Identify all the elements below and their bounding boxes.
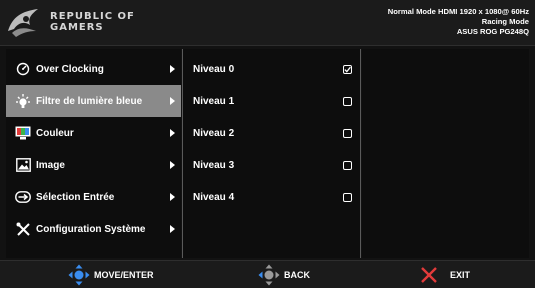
chevron-right-icon — [170, 129, 175, 137]
chevron-right-icon — [170, 161, 175, 169]
chevron-right-icon — [170, 97, 175, 105]
brand-line-2: GAMERS — [50, 22, 104, 33]
image-icon — [15, 157, 31, 173]
status-model-line: ASUS ROG PG248Q — [456, 27, 529, 36]
menu-label: Image — [36, 159, 65, 171]
back-label: BACK — [284, 270, 310, 280]
submenu-item-level-1[interactable]: Niveau 1 — [183, 85, 362, 117]
checked-checkbox-icon[interactable] — [343, 64, 352, 74]
exit-hint[interactable]: EXIT — [420, 261, 470, 289]
light-bulb-icon — [15, 93, 31, 109]
menu-item-color[interactable]: Couleur — [6, 117, 181, 149]
submenu: Niveau 0 Niveau 1 Niveau 2 Niveau 3 Nive… — [182, 49, 361, 258]
input-select-icon — [15, 189, 31, 205]
unchecked-checkbox-icon[interactable] — [343, 128, 352, 138]
status-mode-line: Normal Mode HDMI 1920 x 1080@ 60Hz — [387, 7, 529, 16]
osd-window: REPUBLIC OF GAMERS Normal Mode HDMI 1920… — [0, 0, 535, 288]
joystick-back-icon — [258, 264, 280, 286]
joystick-move-icon — [68, 264, 90, 286]
submenu-label: Niveau 1 — [193, 95, 235, 107]
submenu-label: Niveau 4 — [193, 191, 235, 203]
chevron-right-icon — [170, 193, 175, 201]
menu-item-over-clocking[interactable]: Over Clocking — [6, 53, 181, 85]
menu-label: Couleur — [36, 127, 74, 139]
color-monitor-icon — [15, 125, 31, 141]
brand-text: REPUBLIC OF GAMERS — [50, 11, 135, 33]
close-icon — [421, 267, 437, 283]
unchecked-checkbox-icon[interactable] — [343, 160, 352, 170]
menu-label: Configuration Système — [36, 223, 146, 235]
menu-item-input-select[interactable]: Sélection Entrée — [6, 181, 181, 213]
status-preset-line: Racing Mode — [481, 17, 529, 26]
submenu-label: Niveau 3 — [193, 159, 235, 171]
menu-label: Sélection Entrée — [36, 191, 115, 203]
submenu-label: Niveau 2 — [193, 127, 235, 139]
back-hint[interactable]: BACK — [258, 261, 310, 289]
menu-item-system-setup[interactable]: Configuration Système — [6, 213, 181, 245]
submenu-item-level-0[interactable]: Niveau 0 — [183, 53, 362, 85]
submenu-item-level-3[interactable]: Niveau 3 — [183, 149, 362, 181]
menu-label: Over Clocking — [36, 63, 104, 75]
tools-icon — [15, 221, 31, 237]
menu-item-blue-light-filter[interactable]: Filtre de lumière bleue — [6, 85, 181, 117]
brand-line-1: REPUBLIC OF — [50, 11, 135, 22]
detail-panel — [362, 49, 529, 258]
footer-bar: MOVE/ENTER BACK EXIT — [0, 260, 535, 288]
chevron-right-icon — [170, 65, 175, 73]
unchecked-checkbox-icon[interactable] — [343, 96, 352, 106]
submenu-item-level-4[interactable]: Niveau 4 — [183, 181, 362, 213]
submenu-item-level-2[interactable]: Niveau 2 — [183, 117, 362, 149]
menu-label: Filtre de lumière bleue — [36, 95, 143, 107]
rog-logo-icon — [8, 9, 38, 37]
move-enter-hint[interactable]: MOVE/ENTER — [68, 261, 154, 289]
speedometer-icon — [15, 61, 31, 77]
move-enter-label: MOVE/ENTER — [94, 270, 154, 280]
status-info: Normal Mode HDMI 1920 x 1080@ 60Hz Racin… — [388, 7, 529, 37]
menu-item-image[interactable]: Image — [6, 149, 181, 181]
chevron-right-icon — [170, 225, 175, 233]
main-menu: Over Clocking Filtre de lumière bleue Co… — [6, 49, 181, 258]
submenu-label: Niveau 0 — [193, 63, 235, 75]
header: REPUBLIC OF GAMERS Normal Mode HDMI 1920… — [0, 0, 535, 46]
exit-label: EXIT — [450, 270, 471, 280]
unchecked-checkbox-icon[interactable] — [343, 192, 352, 202]
